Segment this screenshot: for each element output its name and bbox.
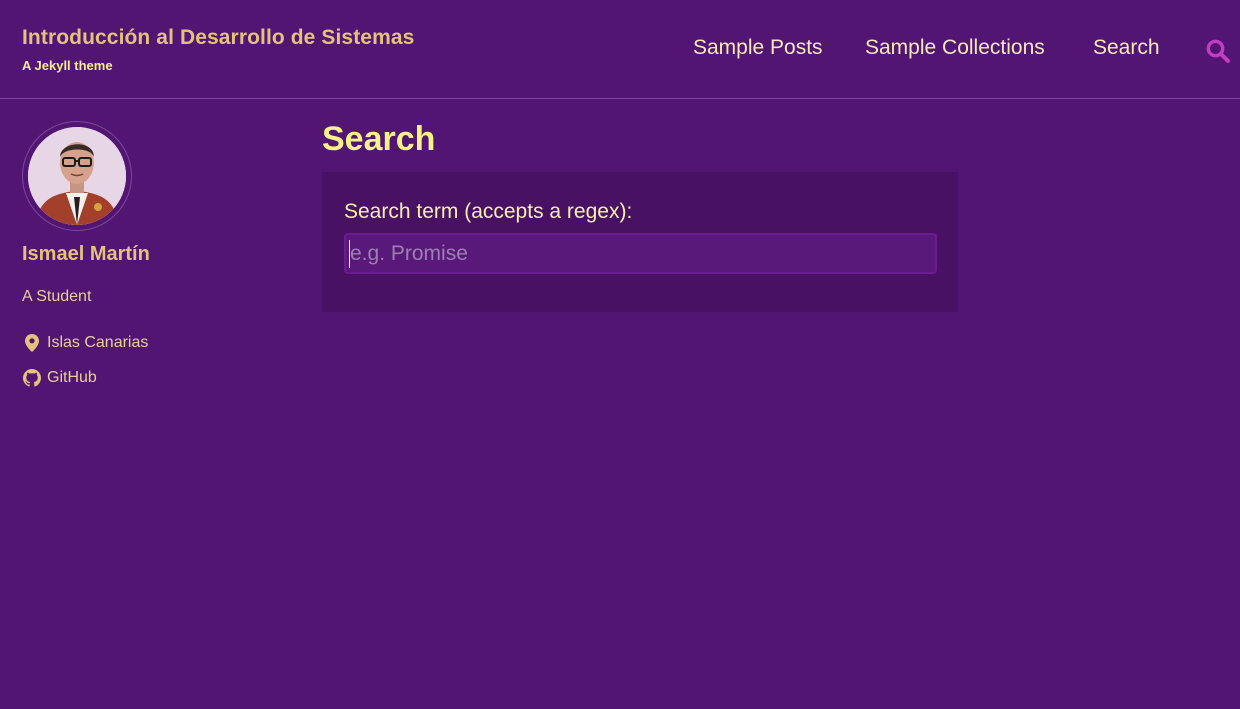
search-input[interactable] — [344, 233, 937, 274]
avatar-frame — [22, 121, 132, 231]
map-marker-icon — [22, 333, 42, 353]
nav-item-sample-collections[interactable]: Sample Collections — [865, 36, 1045, 60]
github-icon — [22, 368, 42, 388]
search-icon — [1206, 39, 1230, 63]
site-title-link[interactable]: Introducción al Desarrollo de Sistemas — [22, 26, 414, 50]
author-location-label: Islas Canarias — [47, 334, 149, 351]
author-github-label: GitHub — [47, 369, 97, 386]
text-caret — [349, 240, 350, 268]
avatar-image — [28, 127, 126, 225]
author-github-link[interactable]: GitHub — [22, 368, 97, 388]
masthead: Introducción al Desarrollo de Sistemas A… — [0, 0, 1240, 99]
site-subtitle: A Jekyll theme — [22, 58, 113, 73]
page-title: Search — [322, 120, 436, 158]
author-bio: A Student — [22, 288, 92, 305]
author-name: Ismael Martín — [22, 243, 150, 265]
author-location: Islas Canarias — [22, 333, 148, 353]
search-toggle-button[interactable] — [1205, 38, 1231, 64]
search-label: Search term (accepts a regex): — [344, 200, 633, 223]
search-panel: Search term (accepts a regex): — [322, 172, 958, 312]
nav-item-search[interactable]: Search — [1093, 36, 1160, 60]
nav-item-sample-posts[interactable]: Sample Posts — [693, 36, 823, 60]
avatar — [28, 127, 126, 225]
